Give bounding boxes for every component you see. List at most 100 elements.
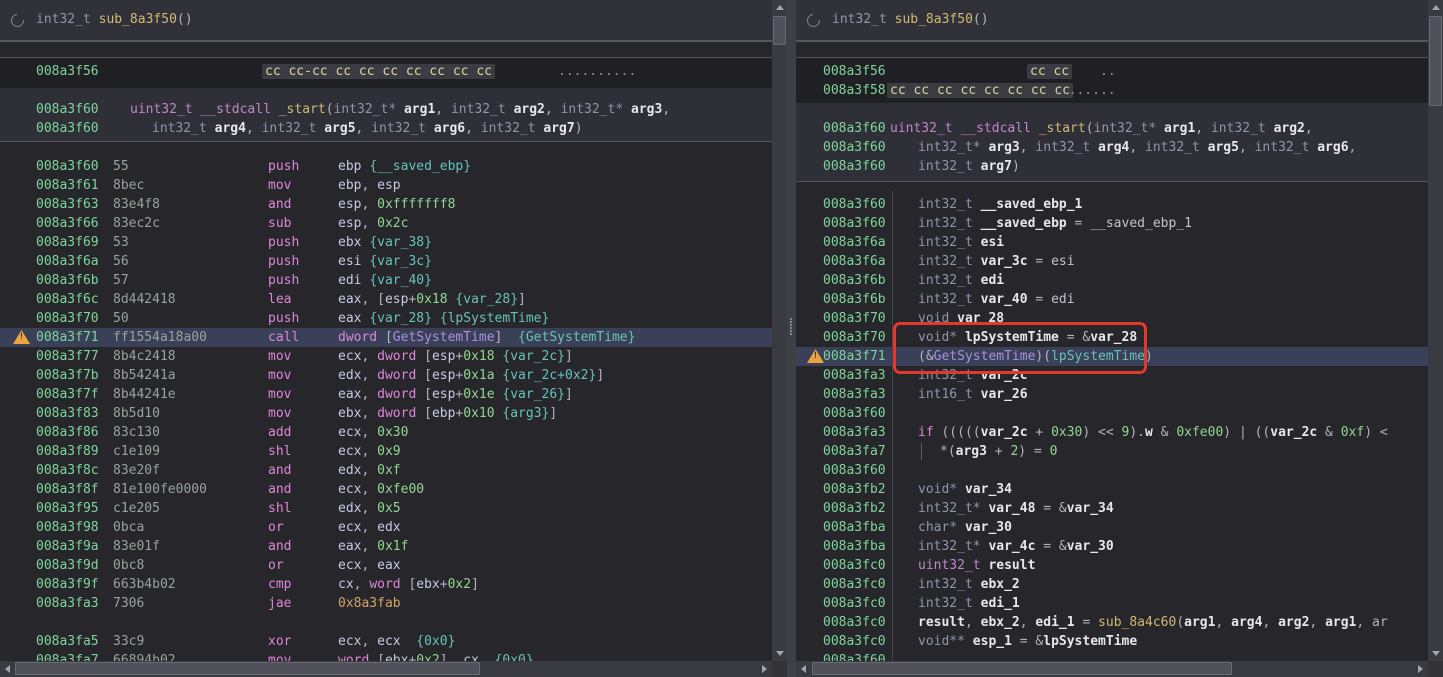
scrollbar-thumb[interactable] — [773, 16, 786, 45]
disassembly-pane[interactable]: 008a3f56cc cc-cc cc cc cc cc cc cc cc...… — [0, 0, 772, 677]
code-row[interactable]: 008a3fa3if (((((var_2c + 0x30) << 9).w &… — [796, 423, 1428, 442]
disasm-row[interactable]: 008a3f9d0bc8orecx, eax — [0, 556, 772, 575]
disasm-row[interactable]: 008a3f6a56pushesi {var_3c} — [0, 252, 772, 271]
disasm-row[interactable]: 008a3f95c1e205shledx, 0x5 — [0, 499, 772, 518]
signature-line[interactable]: 008a3f60int32_t* arg3, int32_t arg4, int… — [796, 138, 1428, 157]
disasm-row[interactable]: 008a3fa37306jae0x8a3fab — [0, 594, 772, 613]
code-row[interactable]: 008a3f6aint32_t esi — [796, 233, 1428, 252]
mnemonic: shl — [268, 499, 291, 518]
opcode-bytes: 8d442418 — [113, 290, 176, 309]
code-row[interactable]: 008a3f60int32_t __saved_ebp_1 — [796, 195, 1428, 214]
signature-line[interactable]: 008a3f60int32_t arg4, int32_t arg5, int3… — [0, 119, 772, 138]
code-row[interactable]: 008a3f70void var_28 — [796, 309, 1428, 328]
up-arrow-icon — [1432, 5, 1440, 10]
scroll-left-button[interactable] — [0, 661, 15, 676]
opcode-bytes: 50 — [113, 309, 129, 328]
code-row[interactable]: 008a3fbachar* var_30 — [796, 518, 1428, 537]
hex-row[interactable]: 008a3f56cc cc-cc cc cc cc cc cc cc cc...… — [0, 62, 772, 81]
disasm-row[interactable]: 008a3f618becmovebp, esp — [0, 176, 772, 195]
disasm-row[interactable]: 008a3f6c8d442418leaeax, [esp+0x18 {var_2… — [0, 290, 772, 309]
left-vertical-scrollbar[interactable] — [772, 0, 787, 661]
scroll-left-button[interactable] — [796, 661, 811, 676]
disasm-row[interactable]: 008a3fa533c9xorecx, ecx {0x0} — [0, 632, 772, 651]
disasm-row[interactable]: 008a3f838b5d10movebx, dword [ebp+0x10 {a… — [0, 404, 772, 423]
operands: ecx, 0x30 — [338, 423, 408, 442]
disasm-row[interactable]: 008a3f8f81e100fe0000andecx, 0xfe00 — [0, 480, 772, 499]
address: 008a3fa3 — [823, 423, 886, 442]
disasm-row[interactable]: 008a3f71ff1554a18a00calldword [GetSystem… — [0, 328, 772, 347]
disasm-row[interactable]: 008a3f8c83e20fandedx, 0xf — [0, 461, 772, 480]
code-row[interactable]: 008a3fb2void* var_34 — [796, 480, 1428, 499]
code-row[interactable]: 008a3f6bint32_t edi — [796, 271, 1428, 290]
disasm-row[interactable]: 008a3f89c1e109shlecx, 0x9 — [0, 442, 772, 461]
disasm-row[interactable]: 008a3f980bcaorecx, edx — [0, 518, 772, 537]
mnemonic: mov — [268, 366, 291, 385]
code-row[interactable]: 008a3f6bint32_t var_40 = edi — [796, 290, 1428, 309]
mnemonic: push — [268, 233, 299, 252]
decompiler-pane[interactable]: 008a3f56cc cc..008a3f58cc cc cc cc cc cc… — [796, 0, 1428, 677]
scroll-up-button[interactable] — [772, 0, 787, 15]
code-row[interactable]: 008a3f60int32_t __saved_ebp = __saved_eb… — [796, 214, 1428, 233]
refresh-icon[interactable] — [8, 11, 26, 29]
code-row[interactable]: 008a3f71(&GetSystemTime)(lpSystemTime) — [796, 347, 1428, 366]
hex-row[interactable]: 008a3f56cc cc.. — [796, 62, 1428, 81]
disasm-row[interactable]: 008a3f6055pushebp {__saved_ebp} — [0, 157, 772, 176]
mnemonic: mov — [268, 404, 291, 423]
mnemonic: mov — [268, 385, 291, 404]
scrollbar-thumb[interactable] — [1429, 16, 1442, 106]
disasm-row[interactable]: 008a3f6b57pushedi {var_40} — [0, 271, 772, 290]
code-row[interactable]: 008a3f6aint32_t var_3c = esi — [796, 252, 1428, 271]
disasm-row[interactable]: 008a3f6953pushebx {var_38} — [0, 233, 772, 252]
code-row[interactable]: 008a3f70void* lpSystemTime = &var_28 — [796, 328, 1428, 347]
code-row[interactable]: 008a3fa3int32_t var_2c — [796, 366, 1428, 385]
address: 008a3f71 — [36, 328, 99, 347]
code-text: uint32_t result — [918, 556, 1035, 575]
disasm-row[interactable]: 008a3f9a83e01fandeax, 0x1f — [0, 537, 772, 556]
code-row[interactable]: 008a3fa7*(arg3 + 2) = 0 — [796, 442, 1428, 461]
refresh-icon[interactable] — [804, 11, 822, 29]
code-row[interactable]: 008a3fa3int16_t var_26 — [796, 385, 1428, 404]
disasm-row[interactable]: 008a3f7b8b54241amovedx, dword [esp+0x1a … — [0, 366, 772, 385]
disasm-row[interactable]: 008a3f6383e4f8andesp, 0xfffffff8 — [0, 195, 772, 214]
operands: cx, word [ebx+0x2] — [338, 575, 479, 594]
right-vertical-scrollbar[interactable] — [1428, 0, 1443, 661]
left-horizontal-scrollbar[interactable] — [0, 661, 772, 677]
signature-line[interactable]: 008a3f60int32_t arg7) — [796, 157, 1428, 176]
code-row[interactable]: 008a3fb2int32_t* var_48 = &var_34 — [796, 499, 1428, 518]
ascii-preview: .......... — [558, 62, 636, 81]
signature-line[interactable]: 008a3f60uint32_t __stdcall _start(int32_… — [796, 119, 1428, 138]
disasm-row[interactable]: 008a3f9f663b4b02cmpcx, word [ebx+0x2] — [0, 575, 772, 594]
address: 008a3f95 — [36, 499, 99, 518]
address: 008a3fc0 — [823, 575, 886, 594]
scrollbar-thumb[interactable] — [15, 662, 480, 675]
operands: ebx {var_38} — [338, 233, 432, 252]
disasm-row[interactable]: 008a3f7050pusheax {var_28} {lpSystemTime… — [0, 309, 772, 328]
code-row[interactable]: 008a3f60 — [796, 461, 1428, 480]
scroll-down-button[interactable] — [1428, 646, 1443, 661]
code-row[interactable]: 008a3fc0int32_t ebx_2 — [796, 575, 1428, 594]
code-row[interactable]: 008a3fc0uint32_t result — [796, 556, 1428, 575]
address: 008a3f8f — [36, 480, 99, 499]
right-horizontal-scrollbar[interactable] — [796, 661, 1428, 677]
opcode-bytes: 81e100fe0000 — [113, 480, 207, 499]
pane-splitter[interactable] — [787, 0, 796, 677]
address: 008a3f61 — [36, 176, 99, 195]
scroll-right-button[interactable] — [1413, 661, 1428, 676]
code-text: int32_t __saved_ebp = __saved_ebp_1 — [918, 214, 1192, 233]
code-row[interactable]: 008a3fc0result, ebx_2, edi_1 = sub_8a4c6… — [796, 613, 1428, 632]
scrollbar-thumb[interactable] — [812, 662, 1232, 675]
code-row[interactable]: 008a3f60 — [796, 404, 1428, 423]
scroll-up-button[interactable] — [1428, 0, 1443, 15]
code-row[interactable]: 008a3fc0void** esp_1 = &lpSystemTime — [796, 632, 1428, 651]
disasm-row[interactable]: 008a3f7f8b44241emoveax, dword [esp+0x1e … — [0, 385, 772, 404]
code-row[interactable]: 008a3fbaint32_t* var_4c = &var_30 — [796, 537, 1428, 556]
scroll-right-button[interactable] — [757, 661, 772, 676]
signature-line[interactable]: 008a3f60uint32_t __stdcall _start(int32_… — [0, 100, 772, 119]
disasm-row[interactable]: 008a3f6683ec2csubesp, 0x2c — [0, 214, 772, 233]
disasm-row[interactable]: 008a3f778b4c2418movecx, dword [esp+0x18 … — [0, 347, 772, 366]
code-row[interactable]: 008a3fc0int32_t edi_1 — [796, 594, 1428, 613]
disasm-row[interactable]: 008a3f8683c130addecx, 0x30 — [0, 423, 772, 442]
opcode-bytes: 53 — [113, 233, 129, 252]
scroll-down-button[interactable] — [772, 646, 787, 661]
hex-row[interactable]: 008a3f58cc cc cc cc cc cc cc cc........ — [796, 81, 1428, 100]
